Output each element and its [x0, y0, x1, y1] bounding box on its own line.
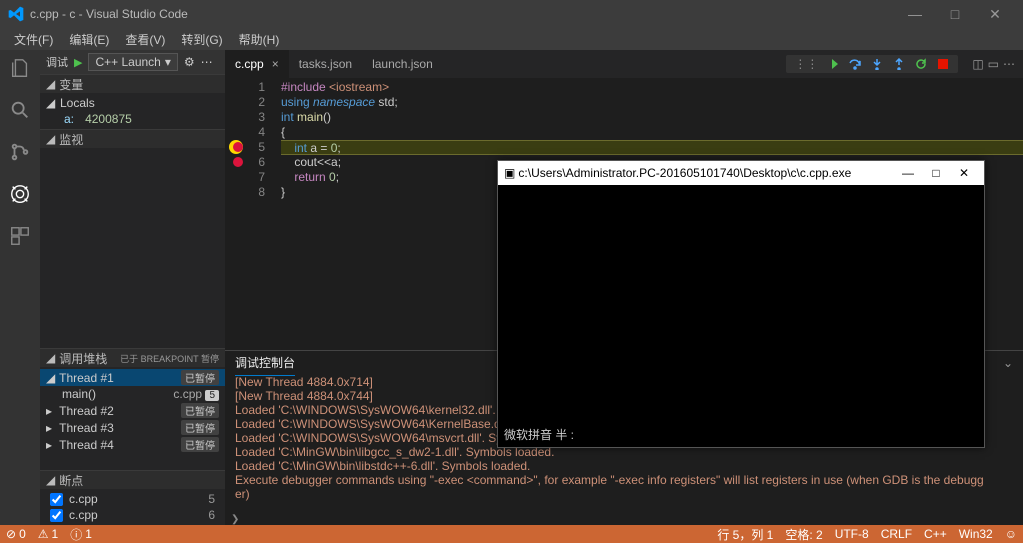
status-info[interactable]: ⓘ 1 [64, 526, 98, 543]
split-editor-icon[interactable]: ◫ [972, 57, 983, 71]
toggle-panel-icon[interactable]: ▭ [988, 57, 999, 71]
menu-item[interactable]: 编辑(E) [61, 31, 117, 48]
breakpoint-row[interactable]: c.cpp6 [40, 507, 225, 523]
thread-row[interactable]: ◢ Thread #1已暂停 [40, 369, 225, 386]
more-icon[interactable]: ⋯ [201, 55, 213, 69]
callstack-section: ◢调用堆栈已于 BREAKPOINT 暂停 ◢ Thread #1已暂停main… [40, 348, 225, 470]
stop-button[interactable] [936, 57, 950, 71]
status-spaces[interactable]: 空格: 2 [779, 526, 828, 543]
scope-row[interactable]: ◢Locals [40, 95, 225, 111]
thread-row[interactable]: ▸ Thread #4已暂停 [40, 436, 225, 453]
thread-row[interactable]: ▸ Thread #3已暂停 [40, 419, 225, 436]
thread-row[interactable]: ▸ Thread #2已暂停 [40, 402, 225, 419]
close-button[interactable]: ✕ [975, 6, 1015, 23]
tabbar: c.cpp×tasks.jsonlaunch.json ⋮⋮ ◫ ▭ ⋯ [225, 50, 1023, 78]
continue-button[interactable] [826, 57, 840, 71]
console-input-indicator[interactable]: ❯ [225, 513, 1023, 525]
vscode-logo-icon [8, 6, 24, 22]
git-icon[interactable] [8, 140, 32, 164]
step-out-button[interactable] [892, 57, 906, 71]
activitybar [0, 50, 40, 525]
titlebar: c.cpp - c - Visual Studio Code — □ ✕ [0, 0, 1023, 28]
editor-tab[interactable]: c.cpp× [225, 50, 289, 78]
status-host[interactable]: Win32 [953, 527, 999, 541]
menu-item[interactable]: 文件(F) [6, 31, 61, 48]
console-title: c:\Users\Administrator.PC-201605101740\D… [518, 166, 851, 180]
breakpoint-checkbox[interactable] [50, 493, 63, 506]
panel-chevron-icon[interactable]: ⌄ [1003, 356, 1013, 370]
extensions-icon[interactable] [8, 224, 32, 248]
callstack-header[interactable]: ◢调用堆栈已于 BREAKPOINT 暂停 [40, 349, 225, 367]
breakpoint-row[interactable]: c.cpp5 [40, 491, 225, 507]
more-actions-icon[interactable]: ⋯ [1003, 57, 1015, 71]
debug-toolbar: 调试 ▶ C++ Launch▾ ⚙ ⋯ [40, 50, 225, 74]
close-tab-icon[interactable]: × [272, 57, 279, 71]
debug-label: 调试 [46, 54, 68, 70]
breakpoints-section: ◢断点 c.cpp5c.cpp6 [40, 470, 225, 525]
search-icon[interactable] [8, 98, 32, 122]
status-errors[interactable]: ⊘ 0 [0, 527, 32, 541]
drag-handle-icon[interactable]: ⋮⋮ [794, 57, 818, 71]
stack-frame[interactable]: main()c.cpp 5 [40, 386, 225, 402]
external-console-window[interactable]: ▣ c:\Users\Administrator.PC-201605101740… [497, 160, 985, 448]
editor-tab[interactable]: tasks.json [289, 50, 362, 78]
status-cursor[interactable]: 行 5，列 1 [711, 526, 779, 543]
step-into-button[interactable] [870, 57, 884, 71]
debug-controls: ⋮⋮ [786, 55, 958, 73]
menu-item[interactable]: 帮助(H) [231, 31, 288, 48]
statusbar: ⊘ 0 ⚠ 1 ⓘ 1 行 5，列 1 空格: 2 UTF-8 CRLF C++… [0, 525, 1023, 543]
files-icon[interactable] [8, 56, 32, 80]
console-close[interactable]: ✕ [950, 166, 978, 180]
debug-console-tab[interactable]: 调试控制台 [235, 350, 295, 376]
menubar: 文件(F)编辑(E)查看(V)转到(G)帮助(H) [0, 28, 1023, 50]
watch-header[interactable]: ◢监视 [40, 130, 225, 148]
console-app-icon: ▣ [504, 166, 515, 180]
window-title: c.cpp - c - Visual Studio Code [30, 7, 895, 21]
debug-config-select[interactable]: C++ Launch▾ [88, 53, 177, 71]
menu-item[interactable]: 查看(V) [117, 31, 173, 48]
start-debug-button[interactable]: ▶ [74, 56, 82, 69]
status-warnings[interactable]: ⚠ 1 [32, 527, 64, 541]
status-encoding[interactable]: UTF-8 [829, 527, 875, 541]
variables-section: ◢变量 ◢Locals a: 4200875 [40, 74, 225, 129]
ime-hint: 微软拼音 半 : [504, 426, 574, 443]
restart-button[interactable] [914, 57, 928, 71]
console-body[interactable]: 微软拼音 半 : [498, 185, 984, 447]
variables-header[interactable]: ◢变量 [40, 75, 225, 93]
console-minimize[interactable]: — [894, 166, 922, 180]
sidebar: 调试 ▶ C++ Launch▾ ⚙ ⋯ ◢变量 ◢Locals a: 4200… [40, 50, 225, 525]
minimize-button[interactable]: — [895, 6, 935, 22]
debug-icon[interactable] [8, 182, 32, 206]
status-feedback[interactable]: ☺ [999, 527, 1023, 541]
maximize-button[interactable]: □ [935, 6, 975, 22]
console-maximize[interactable]: □ [922, 166, 950, 180]
step-over-button[interactable] [848, 57, 862, 71]
status-lang[interactable]: C++ [918, 527, 953, 541]
gear-icon[interactable]: ⚙ [184, 55, 195, 69]
console-titlebar[interactable]: ▣ c:\Users\Administrator.PC-201605101740… [498, 161, 984, 185]
status-eol[interactable]: CRLF [875, 527, 918, 541]
breakpoint-checkbox[interactable] [50, 509, 63, 522]
watch-section: ◢监视 [40, 129, 225, 348]
variable-row[interactable]: a: 4200875 [40, 111, 225, 127]
menu-item[interactable]: 转到(G) [173, 31, 230, 48]
editor-tab[interactable]: launch.json [362, 50, 443, 78]
breakpoints-header[interactable]: ◢断点 [40, 471, 225, 489]
